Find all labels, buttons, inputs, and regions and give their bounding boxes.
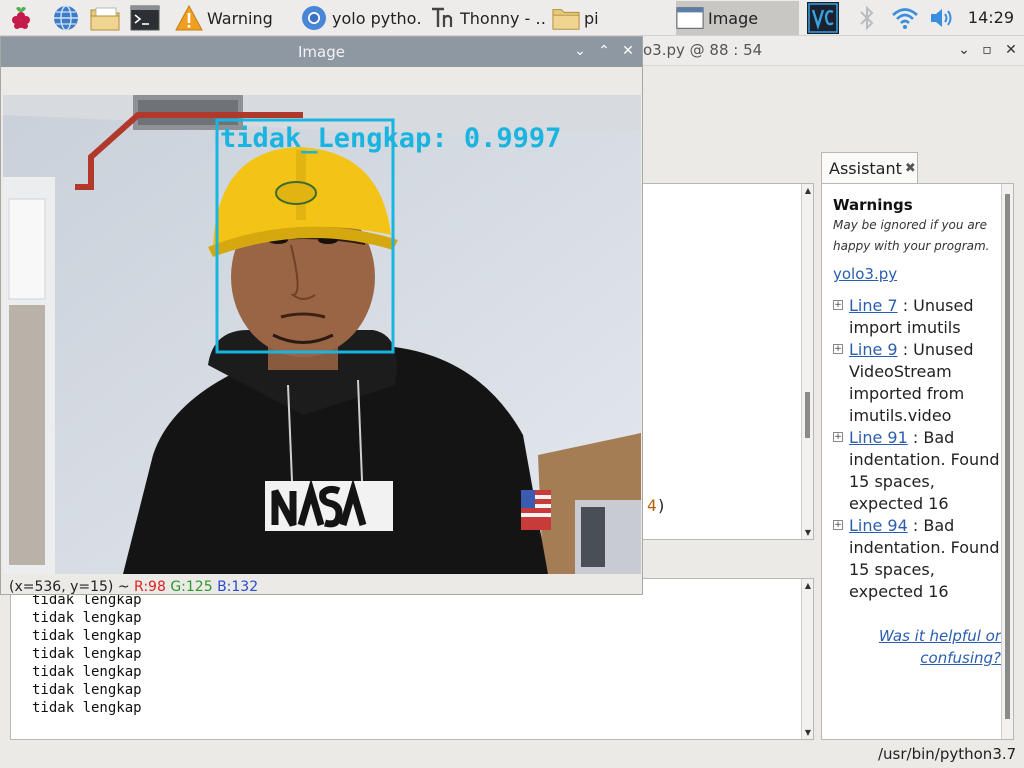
detection-label: tidak_Lengkap: 0.9997 [220,123,561,154]
pixel-readout: (x=536, y=15) ~ R:98 G:125 B:132 [9,579,259,595]
terminal-icon[interactable] [130,3,160,33]
shell-output: tidak lengkap tidak lengkap tidak lengka… [32,591,142,717]
chevron-up-icon[interactable]: ⌃ [596,43,612,59]
warning-list: + Line 7 : Unused import imutils + Line … [833,295,1001,603]
expand-icon[interactable]: + [833,344,843,354]
volume-icon[interactable] [928,3,958,33]
warning-line-link[interactable]: Line 91 [849,428,908,447]
clock[interactable]: 14:29 [968,8,1014,27]
shell-panel[interactable]: tidak lengkap tidak lengkap tidak lengka… [10,578,814,740]
window-title: Image [298,43,345,61]
task-label: yolo pytho… [332,8,422,28]
tab-label: Assistant [829,159,902,178]
assistant-heading: Warnings [833,196,913,214]
scroll-down-icon[interactable]: ▼ [803,528,813,537]
wifi-icon[interactable] [890,3,920,33]
warning-line-link[interactable]: Line 94 [849,516,908,535]
assistant-subheading: May be ignored if you are happy with you… [833,218,990,253]
warning-item: + Line 7 : Unused import imutils [833,295,1001,339]
raspberry-menu-icon[interactable] [6,3,36,33]
shell-line: tidak lengkap [32,610,142,626]
warning-item: + Line 91 : Bad indentation. Found 15 sp… [833,427,1001,515]
interpreter-status[interactable]: /usr/bin/python3.7 [878,745,1016,763]
editor-line-fragment: 4) [647,496,667,515]
taskbar: Warning yolo pytho… Thonny - … pi [0,0,1024,36]
image-toolbar [1,67,642,95]
thonny-title: o3.py @ 88 : 54 [643,41,763,59]
vnc-icon[interactable] [806,1,840,35]
file-manager-icon[interactable] [90,3,120,33]
task-chromium[interactable]: yolo pytho… [300,1,422,35]
task-label: pi [584,8,599,28]
scrollbar-thumb[interactable] [805,392,810,438]
thonny-titlebar[interactable]: o3.py @ 88 : 54 ⌄ ▫ ✕ [643,36,1024,66]
warning-line-link[interactable]: Line 9 [849,340,898,359]
close-icon[interactable]: ✖ [905,161,916,176]
scrollbar-thumb[interactable] [1005,194,1010,719]
shell-line: tidak lengkap [32,628,142,644]
warning-item: + Line 9 : Unused VideoStream imported f… [833,339,1001,427]
shell-scrollbar[interactable]: ▲ ▼ [801,579,813,739]
code-editor[interactable]: 4) ▲ ▼ [643,183,814,540]
task-label: Warning [207,8,273,28]
file-link[interactable]: yolo3.py [833,265,1001,283]
scroll-up-icon[interactable]: ▲ [803,186,813,195]
assistant-panel: Warnings May be ignored if you are happy… [821,183,1014,740]
image-window-titlebar[interactable]: Image ⌄ ⌃ ✕ [1,37,642,67]
task-image[interactable]: Image [676,1,799,35]
shell-line: tidak lengkap [32,682,142,698]
close-icon[interactable]: ✕ [1003,42,1019,58]
task-label: Image [708,8,759,28]
chevron-down-icon[interactable]: ⌄ [956,42,972,58]
scroll-down-icon[interactable]: ▼ [803,728,813,737]
tab-assistant[interactable]: Assistant ✖ [821,152,918,184]
task-warning[interactable]: Warning [175,1,293,35]
task-pi-folder[interactable]: pi [552,1,664,35]
expand-icon[interactable]: + [833,300,843,310]
chevron-down-icon[interactable]: ⌄ [572,43,588,59]
folder-icon [552,4,580,32]
expand-icon[interactable]: + [833,520,843,530]
window-icon [676,4,704,32]
image-window: Image ⌄ ⌃ ✕ tidak_Lengkap: 0.9997 (x=536… [0,36,643,595]
thonny-icon [428,4,456,32]
expand-icon[interactable]: + [833,432,843,442]
scroll-up-icon[interactable]: ▲ [803,581,813,590]
warning-item: + Line 94 : Bad indentation. Found 15 sp… [833,515,1001,603]
maximize-icon[interactable]: ▫ [979,42,995,58]
chromium-icon [300,4,328,32]
shell-line: tidak lengkap [32,646,142,662]
editor-scrollbar[interactable]: ▲ ▼ [801,184,813,539]
task-label: Thonny - … [460,8,546,28]
assistant-scrollbar[interactable] [1001,184,1013,739]
warning-icon [175,4,203,32]
warning-line-link[interactable]: Line 7 [849,296,898,315]
camera-frame[interactable]: tidak_Lengkap: 0.9997 [3,95,641,574]
task-thonny[interactable]: Thonny - … [428,1,546,35]
bluetooth-icon[interactable] [852,3,882,33]
close-icon[interactable]: ✕ [620,43,636,59]
browser-globe-icon[interactable] [51,3,81,33]
shell-line: tidak lengkap [32,700,142,716]
feedback-link[interactable]: Was it helpful or confusing? [879,627,1001,667]
shell-line: tidak lengkap [32,664,142,680]
feedback-area: Was it helpful or confusing? [833,625,1001,669]
